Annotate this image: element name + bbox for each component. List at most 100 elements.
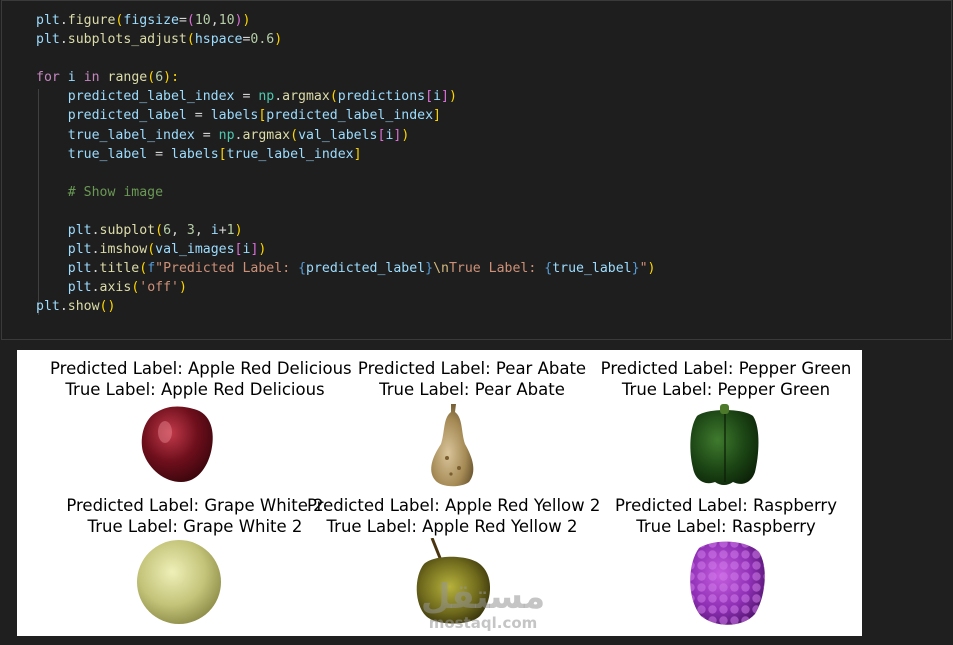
- predicted-label-3: Predicted Label: Pepper Green: [600, 359, 852, 378]
- code-token: subplots_adjust: [67, 32, 187, 48]
- code-token: .: [91, 261, 100, 277]
- code-token: imshow: [99, 242, 148, 258]
- code-token: figsize: [123, 13, 179, 28]
- code-line[interactable]: predicted_label = labels[predicted_label…: [36, 106, 655, 125]
- code-line[interactable]: plt.imshow(val_images[i]): [36, 240, 655, 259]
- code-token: predictions: [337, 89, 426, 105]
- code-token: ):: [163, 70, 180, 86]
- code-line[interactable]: [36, 202, 655, 221]
- code-cell[interactable]: plt.figure(figsize=(10,10)) plt.subplots_…: [1, 0, 952, 340]
- code-token: (: [147, 242, 156, 258]
- code-line[interactable]: [36, 164, 655, 183]
- code-token: true_label_index: [67, 127, 195, 143]
- pear-abate-image: [431, 404, 474, 487]
- subplot-title-6: Predicted Label: Raspberry True Label: R…: [581, 495, 871, 537]
- code-token: ]: [353, 146, 362, 162]
- code-token: plt: [67, 223, 92, 239]
- code-token: np: [218, 127, 235, 143]
- code-token: subplot: [99, 223, 156, 239]
- true-label-3: True Label: Pepper Green: [621, 380, 831, 399]
- code-token: ): [448, 89, 457, 105]
- code-token: val_images: [155, 242, 235, 258]
- pepper-green-image: [690, 404, 759, 485]
- true-label-6: True Label: Raspberry: [636, 517, 816, 536]
- code-line[interactable]: # Show image: [36, 183, 655, 202]
- code-token: show: [67, 299, 100, 315]
- code-token: =: [186, 108, 211, 124]
- code-token: ): [258, 242, 267, 258]
- code-token: ): [401, 127, 410, 143]
- code-token: .: [274, 89, 283, 105]
- code-token: figure: [67, 13, 116, 28]
- predicted-label-5: Predicted Label: Apple Red Yellow 2: [307, 496, 601, 515]
- code-token: =: [147, 146, 171, 162]
- code-token: hspace: [194, 32, 243, 48]
- code-line[interactable]: for i in range(6):: [36, 68, 655, 87]
- code-token: ,: [194, 223, 211, 239]
- code-line[interactable]: plt.title(f"Predicted Label: {predicted_…: [36, 259, 656, 278]
- code-editor[interactable]: plt.figure(figsize=(10,10)) plt.subplots_…: [36, 11, 655, 317]
- code-token: ): [274, 32, 283, 48]
- code-line[interactable]: plt.show(): [36, 297, 655, 316]
- code-token: 3: [186, 223, 195, 239]
- code-token: 10: [218, 13, 235, 28]
- code-token: labels: [171, 146, 219, 162]
- code-line[interactable]: [36, 49, 655, 68]
- code-token: }: [631, 261, 640, 277]
- code-token: ]: [433, 108, 441, 124]
- code-token: +: [218, 223, 227, 239]
- predicted-label-6: Predicted Label: Raspberry: [615, 496, 837, 515]
- code-token: # Show image: [67, 184, 164, 200]
- code-token: ,: [171, 223, 187, 239]
- code-token: i: [210, 223, 219, 239]
- subplot-title-5: Predicted Label: Apple Red Yellow 2 True…: [307, 495, 601, 537]
- code-line[interactable]: true_label_index = np.argmax(val_labels[…: [36, 126, 655, 145]
- code-token: range: [107, 70, 148, 86]
- code-token: [: [425, 89, 434, 105]
- code-token: labels: [210, 108, 259, 124]
- code-token: in: [83, 70, 100, 86]
- code-line[interactable]: plt.subplot(6, 3, i+1): [36, 221, 655, 240]
- true-label-4: True Label: Grape White 2: [87, 517, 303, 536]
- code-line[interactable]: plt.figure(figsize=(10,10)): [36, 11, 655, 30]
- code-line[interactable]: plt.axis('off'): [36, 278, 655, 297]
- code-token: plt: [36, 299, 60, 315]
- code-token: for: [36, 70, 60, 86]
- subplot-title-1: Predicted Label: Apple Red Delicious Tru…: [50, 358, 352, 400]
- code-token: 6: [163, 223, 172, 239]
- code-token: val_labels: [298, 127, 378, 143]
- code-token: i: [67, 70, 76, 86]
- code-token: ): [647, 261, 656, 277]
- code-token: (: [290, 127, 299, 143]
- code-token: predicted_label: [306, 261, 426, 277]
- grape-white-image: [137, 540, 221, 624]
- code-line[interactable]: plt.subplots_adjust(hspace=0.6): [36, 30, 655, 49]
- subplot-title-3: Predicted Label: Pepper Green True Label…: [581, 358, 871, 400]
- code-token: ]: [441, 89, 449, 105]
- code-line[interactable]: true_label = labels[true_label_index]: [36, 145, 655, 164]
- subplot-title-4: Predicted Label: Grape White 2 True Labe…: [50, 495, 340, 537]
- code-token: plt: [67, 261, 92, 277]
- code-token: 1: [226, 223, 235, 239]
- code-token: .: [91, 280, 100, 296]
- code-token: (: [147, 70, 156, 86]
- true-label-1: True Label: Apple Red Delicious: [65, 380, 325, 399]
- code-token: i: [433, 89, 442, 105]
- code-token: "Predicted Label:: [155, 261, 299, 277]
- code-token: ): [178, 280, 187, 296]
- code-token: .: [59, 32, 68, 48]
- predicted-label-1: Predicted Label: Apple Red Delicious: [50, 359, 352, 378]
- code-token: true_label_index: [226, 146, 354, 162]
- code-line[interactable]: predicted_label_index = np.argmax(predic…: [36, 87, 655, 106]
